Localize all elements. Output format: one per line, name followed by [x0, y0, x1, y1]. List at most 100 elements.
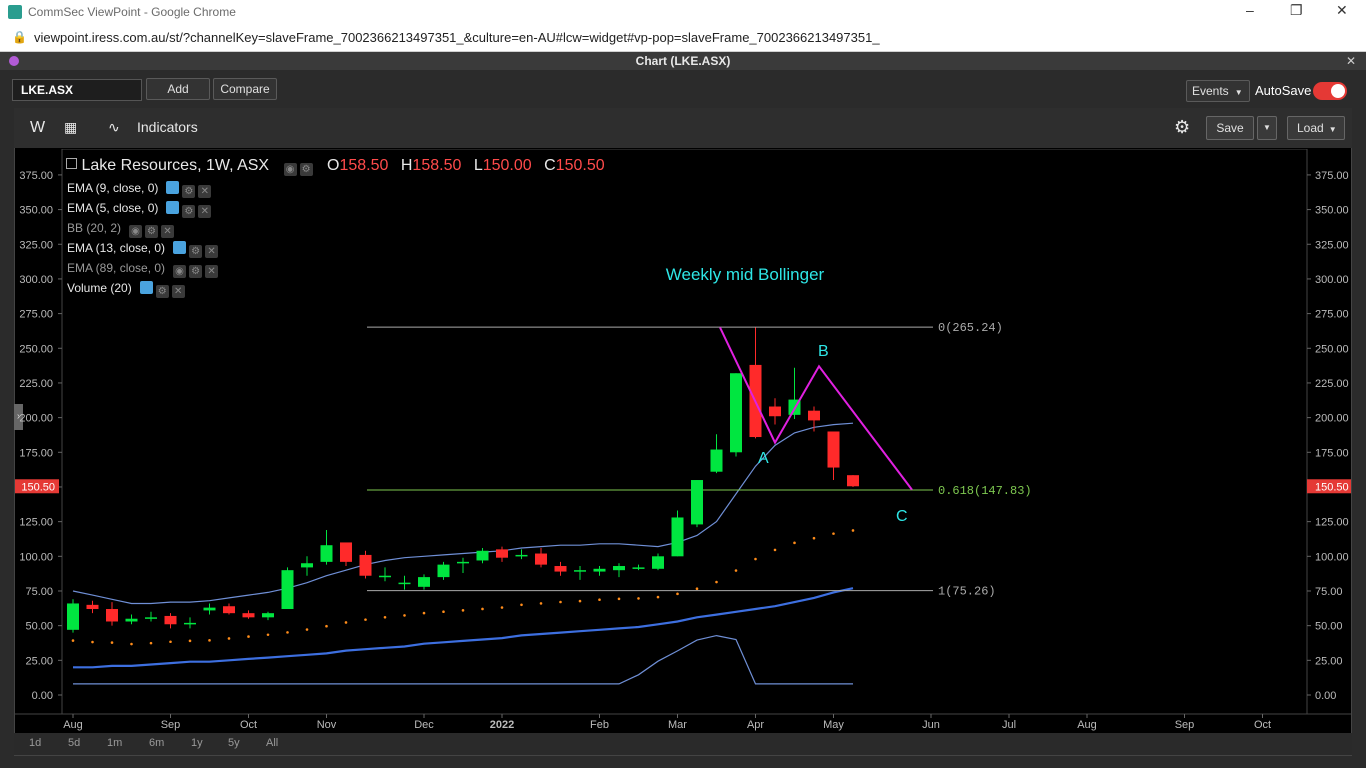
ema-dot — [734, 569, 738, 572]
close-value: 150.50 — [555, 157, 605, 174]
period-5d[interactable]: 5d — [68, 737, 80, 749]
save-dropdown-icon[interactable]: ▼ — [1257, 116, 1277, 140]
candle-body — [106, 609, 118, 622]
candle-body — [301, 563, 313, 568]
candle-body — [515, 554, 528, 557]
study-ema89[interactable]: EMA (89, close, 0) ◉ ⚙ ✕ — [67, 261, 219, 278]
chart-toolbar: W ▦ ∿ Indicators ⚙ Save ▼ Load ▼ — [14, 108, 1352, 148]
ema-dot — [71, 639, 75, 642]
settings-gear-icon[interactable]: ⚙ — [1174, 117, 1190, 138]
y-tick-label-right: 25.00 — [1315, 655, 1343, 667]
ema-dot — [266, 633, 270, 637]
ema-dot — [656, 595, 660, 599]
close-label: C — [544, 157, 556, 174]
ema-dot — [539, 602, 543, 605]
interval-selector[interactable]: W — [30, 119, 45, 137]
symbol-input[interactable]: LKE.ASX — [12, 79, 142, 101]
x-tick-label: Jul — [1002, 719, 1016, 731]
remove-icon[interactable]: ✕ — [205, 245, 219, 258]
candle-body — [574, 570, 586, 572]
x-tick-label: Mar — [668, 719, 687, 731]
gear-icon[interactable]: ⚙ — [189, 265, 203, 278]
period-1d[interactable]: 1d — [29, 737, 41, 749]
eye-icon[interactable] — [166, 201, 180, 214]
y-tick-label-right: 350.00 — [1315, 205, 1349, 217]
url-text[interactable]: viewpoint.iress.com.au/st/?channelKey=sl… — [34, 30, 880, 45]
y-tick-label-left: 175.00 — [19, 447, 53, 459]
y-tick-label-left: 75.00 — [25, 586, 53, 598]
y-tick-label-right: 300.00 — [1315, 274, 1349, 286]
y-tick-label-right: 125.00 — [1315, 517, 1349, 529]
study-label: EMA (89, close, 0) — [67, 261, 166, 275]
candle-body — [535, 553, 547, 565]
gear-icon[interactable]: ⚙ — [182, 185, 196, 198]
remove-icon[interactable]: ✕ — [171, 285, 185, 298]
period-1m[interactable]: 1m — [107, 737, 122, 749]
price-chart[interactable]: 375.00 375.00 350.00 350.00 325.00 325.00 300.… — [15, 149, 1351, 732]
add-button[interactable]: Add — [146, 78, 210, 100]
gear-icon[interactable]: ⚙ — [182, 205, 196, 218]
gear-icon[interactable]: ⚙ — [189, 245, 203, 258]
period-1y[interactable]: 1y — [191, 737, 203, 749]
compare-button[interactable]: Compare — [213, 78, 277, 100]
ema-dot — [617, 597, 621, 601]
settings-icon[interactable]: ⚙ — [299, 163, 313, 176]
panel-close-icon[interactable]: ✕ — [1346, 52, 1356, 70]
ema-dot — [715, 580, 718, 584]
minimize-icon[interactable]: – — [1246, 2, 1254, 18]
lock-icon: 🔒 — [12, 30, 27, 44]
x-tick-label: Dec — [414, 719, 434, 731]
study-volume[interactable]: Volume (20) ⚙ ✕ — [67, 281, 185, 298]
autosave-toggle[interactable] — [1313, 82, 1347, 100]
load-dropdown[interactable]: Load ▼ — [1287, 116, 1345, 140]
close-icon[interactable]: ✕ — [1336, 2, 1348, 19]
gear-icon[interactable]: ⚙ — [155, 285, 169, 298]
open-label: O — [327, 157, 340, 174]
ema-dot — [110, 641, 114, 644]
ema-dot — [520, 603, 523, 607]
eye-icon[interactable] — [139, 281, 153, 294]
high-value: 158.50 — [412, 157, 462, 174]
y-tick-label-left: 125.00 — [19, 517, 53, 529]
gear-icon[interactable]: ⚙ — [145, 225, 159, 238]
period-5y[interactable]: 5y — [228, 737, 240, 749]
candle-type-icon[interactable]: ▦ — [64, 119, 77, 136]
remove-icon[interactable]: ✕ — [205, 265, 219, 278]
collapse-legend-icon[interactable] — [66, 158, 77, 169]
chevron-down-icon: ▼ — [1234, 88, 1243, 97]
browser-titlebar: CommSec ViewPoint - Google Chrome – ❐ ✕ — [0, 0, 1366, 24]
eye-off-icon[interactable]: ◉ — [173, 265, 187, 278]
indicators-icon[interactable]: ∿ — [108, 119, 120, 136]
period-all[interactable]: All — [266, 737, 278, 749]
events-dropdown[interactable]: Events ▼ — [1186, 80, 1250, 102]
remove-icon[interactable]: ✕ — [161, 225, 175, 238]
x-tick-label: Oct — [1254, 719, 1271, 731]
candle-body — [379, 575, 391, 578]
visibility-icon[interactable]: ◉ — [283, 163, 297, 176]
study-ema13[interactable]: EMA (13, close, 0) ⚙ ✕ — [67, 241, 219, 258]
study-ema9[interactable]: EMA (9, close, 0) ⚙ ✕ — [67, 181, 212, 198]
eye-icon[interactable] — [173, 241, 187, 254]
x-tick-label: May — [823, 719, 844, 731]
address-bar[interactable]: 🔒 viewpoint.iress.com.au/st/?channelKey=… — [0, 24, 1366, 52]
restore-icon[interactable]: ❐ — [1290, 2, 1303, 19]
period-6m[interactable]: 6m — [149, 737, 164, 749]
save-button[interactable]: Save — [1206, 116, 1254, 140]
indicators-button[interactable]: Indicators — [137, 119, 198, 135]
eye-off-icon[interactable]: ◉ — [129, 225, 143, 238]
candle-body — [613, 566, 625, 571]
remove-icon[interactable]: ✕ — [198, 185, 212, 198]
y-tick-label-right: 275.00 — [1315, 309, 1349, 321]
remove-icon[interactable]: ✕ — [198, 205, 212, 218]
candle-body — [496, 549, 508, 558]
study-ema5[interactable]: EMA (5, close, 0) ⚙ ✕ — [67, 201, 212, 218]
x-tick-label: Oct — [240, 719, 257, 731]
window-title: CommSec ViewPoint - Google Chrome — [28, 5, 236, 19]
candle-body — [281, 570, 294, 610]
study-bb[interactable]: BB (20, 2) ◉ ⚙ ✕ — [67, 221, 175, 238]
y-tick-label-left: 0.00 — [32, 690, 53, 702]
candle-body — [476, 550, 489, 561]
ema-dot — [91, 640, 94, 644]
ema-dot — [305, 628, 309, 631]
eye-icon[interactable] — [166, 181, 180, 194]
